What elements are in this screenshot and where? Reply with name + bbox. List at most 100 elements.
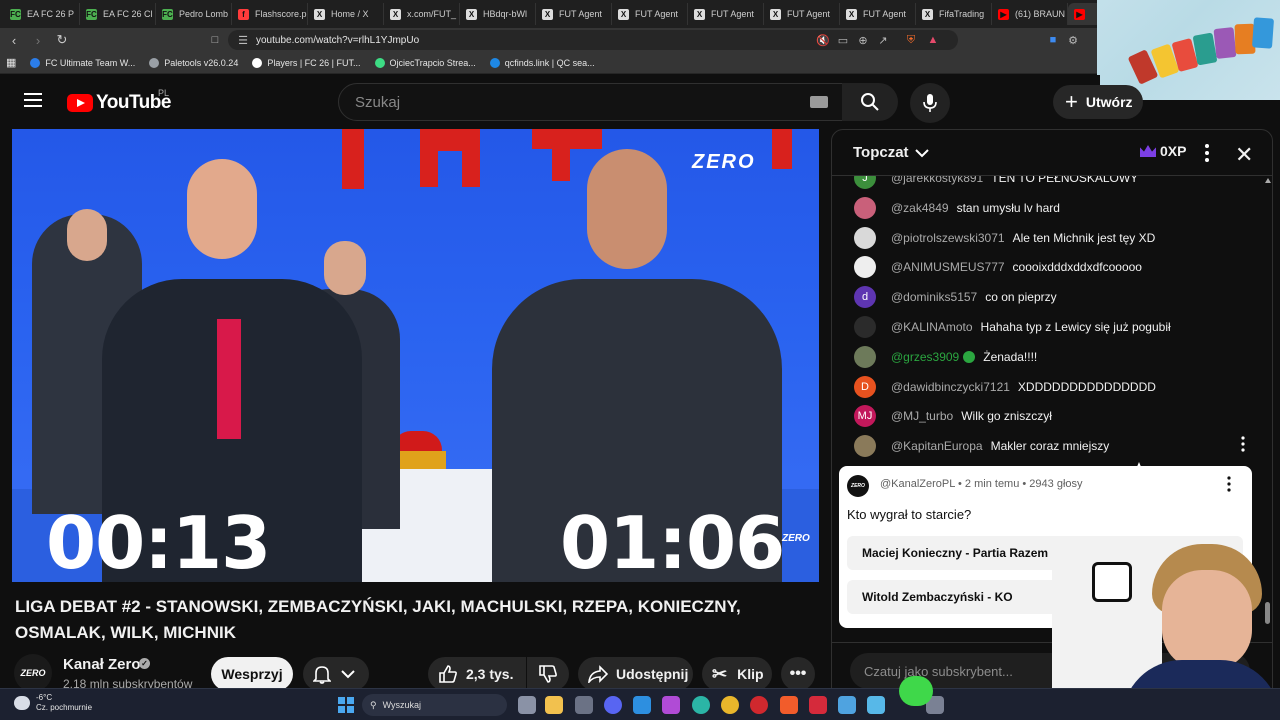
chat-message[interactable]: d @dominiks5157 co on pieprzy [854,282,1057,312]
channel-avatar[interactable]: ZERO [14,654,52,692]
mute-icon[interactable]: 🔇 [816,33,830,47]
apps-icon[interactable]: ▦ [6,56,16,69]
opera-icon[interactable] [750,696,768,714]
back-icon[interactable]: ‹ [4,30,24,50]
share-button[interactable]: Udostępnij [578,657,693,691]
browser-tab[interactable]: FC Pedro Lomb [156,3,232,25]
bookmark-item[interactable]: Paletools v26.0.24 [149,57,238,68]
task-view-icon[interactable] [518,696,536,714]
create-button[interactable]: + Utwórz [1053,85,1143,119]
chat-author[interactable]: @KapitanEuropa [891,439,983,453]
browser-tab[interactable]: f Flashscore.p [232,3,308,25]
browser-tab[interactable]: X FifaTrading [916,3,992,25]
browser-tab[interactable]: X FUT Agent [612,3,688,25]
search-input[interactable]: Szukaj [338,83,844,121]
windows-start-icon[interactable] [338,697,354,713]
taskbar-search[interactable]: ⚲ Wyszukaj [362,694,507,716]
tab-favicon-icon: X [314,8,325,20]
tab-label: FUT Agent [559,9,602,19]
bookmark-item[interactable]: qcfinds.link | QC sea... [489,57,595,68]
chat-menu-icon[interactable] [1204,143,1210,163]
chat-message[interactable]: @ANIMUSMEUS777 coooixdddxddxdfcooooo [854,252,1142,282]
like-button[interactable]: 2,3 tys. [428,657,526,691]
vivaldi-icon[interactable] [809,696,827,714]
chat-author[interactable]: @dawidbinczycki7121 [891,380,1010,394]
chat-message[interactable]: J @jarekkostyk891 TEN TO PEŁNOSKALOWY [854,176,1138,193]
more-actions-button[interactable]: ••• [781,657,815,691]
chat-message[interactable]: @KALINAmoto Hahaha typ z Lewicy się już p… [854,312,1171,342]
photos-icon[interactable] [838,696,856,714]
like-count: 2,3 tys. [466,666,514,682]
chat-author[interactable]: @grzes3909 [891,350,959,364]
settings-app-icon[interactable] [575,696,593,714]
channel-avatar-text: ZERO [20,668,46,678]
bookmark-icon[interactable]: □ [208,33,222,47]
notifications-button[interactable] [303,657,369,691]
edge-icon[interactable] [692,696,710,714]
xp-badge[interactable]: 0XP [1140,143,1186,159]
address-bar[interactable]: ☰ youtube.com/watch?v=rlhL1YJmpUo 🔇 ▭ ⊕ … [228,30,958,50]
brave-shield-icon[interactable]: ⛨ [904,33,918,47]
browser-tab[interactable]: X FUT Agent [688,3,764,25]
chat-message[interactable]: @grzes3909 Żenada!!!! [854,342,1037,372]
chat-author[interactable]: @piotrolszewski3071 [891,231,1005,245]
app-icon[interactable] [662,696,680,714]
browser-tab[interactable]: FC EA FC 26 P [4,3,80,25]
browser-tab[interactable]: ▶ (61) BRAUN [992,3,1068,25]
chat-author[interactable]: @zak4849 [891,201,949,215]
file-explorer-icon[interactable] [545,696,563,714]
browser-tab[interactable]: X Home / X [308,3,384,25]
chat-message[interactable]: MJ @MJ_turbo Wilk go zniszczył [854,401,1052,431]
weather-widget[interactable]: -6°C Cz. pochmurnie [14,693,92,713]
chat-avatar: d [854,286,876,309]
forward-icon[interactable]: › [28,30,48,50]
browser-tab[interactable]: Xx.com/FUT_ [384,3,460,25]
message-menu-icon[interactable] [1241,436,1245,452]
cast-icon[interactable]: ▭ [836,33,850,47]
chat-mode-dropdown[interactable]: Topczat [853,144,929,161]
keyboard-icon[interactable] [810,96,828,108]
chat-author[interactable]: @jarekkostyk891 [891,176,983,185]
chat-message[interactable]: D @dawidbinczycki7121 XDDDDDDDDDDDDDDD [854,372,1156,402]
menu-icon[interactable] [24,93,42,107]
chat-author[interactable]: @dominiks5157 [891,290,977,304]
app-icon[interactable] [867,696,885,714]
chat-author[interactable]: @MJ_turbo [891,409,953,423]
browser-tab[interactable]: X FUT Agent [764,3,840,25]
tab-favicon-icon: X [466,8,477,20]
bookmark-item[interactable]: OjciecTrapcio Strea... [374,57,476,68]
chat-message[interactable]: @zak4849 stan umysłu lv hard [854,193,1060,223]
browser-tab[interactable]: FC EA FC 26 Cl [80,3,156,25]
youtube-logo[interactable]: YouTube [67,92,171,114]
chat-author[interactable]: @KALINAmoto [891,320,973,334]
browser-tab[interactable]: X HBdqr-bWl [460,3,536,25]
channel-name[interactable]: Kanał Zero [63,656,141,673]
vscode-icon[interactable] [633,696,651,714]
bookmark-item[interactable]: FC Ultimate Team W... [30,57,135,68]
poll-menu-icon[interactable] [1227,476,1231,492]
bookmark-item[interactable]: Players | FC 26 | FUT... [252,57,361,68]
voice-search-button[interactable] [910,83,950,123]
brave-rewards-icon[interactable]: ▲ [926,33,940,47]
clip-button[interactable]: ✂ Klip [702,657,772,691]
zoom-icon[interactable]: ⊕ [856,33,870,47]
chrome-icon[interactable] [721,696,739,714]
close-icon[interactable]: ✕ [1235,142,1253,168]
site-settings-icon[interactable]: ☰ [236,33,250,47]
video-player[interactable]: ZERO ZERO 00:13 01:06 [12,129,819,582]
poll-avatar-text: ZERO [851,483,865,489]
chat-message[interactable]: @KapitanEuropa Makler coraz mniejszy [854,431,1109,460]
discord-icon[interactable] [604,696,622,714]
extensions-menu-icon[interactable]: ⚙ [1066,33,1080,47]
browser-tab[interactable]: X FUT Agent [840,3,916,25]
search-button[interactable] [842,83,898,121]
brave-icon[interactable] [780,696,798,714]
chat-message[interactable]: @piotrolszewski3071 Ale ten Michnik jest … [854,223,1155,253]
extension-icon[interactable]: ■ [1046,33,1060,47]
share-icon[interactable]: ↗ [876,33,890,47]
browser-tab[interactable]: X FUT Agent [536,3,612,25]
support-button[interactable]: Wesprzyj [211,657,293,691]
reload-icon[interactable]: ↻ [52,30,72,50]
chat-author[interactable]: @ANIMUSMEUS777 [891,260,1005,274]
dislike-button[interactable] [527,657,569,691]
